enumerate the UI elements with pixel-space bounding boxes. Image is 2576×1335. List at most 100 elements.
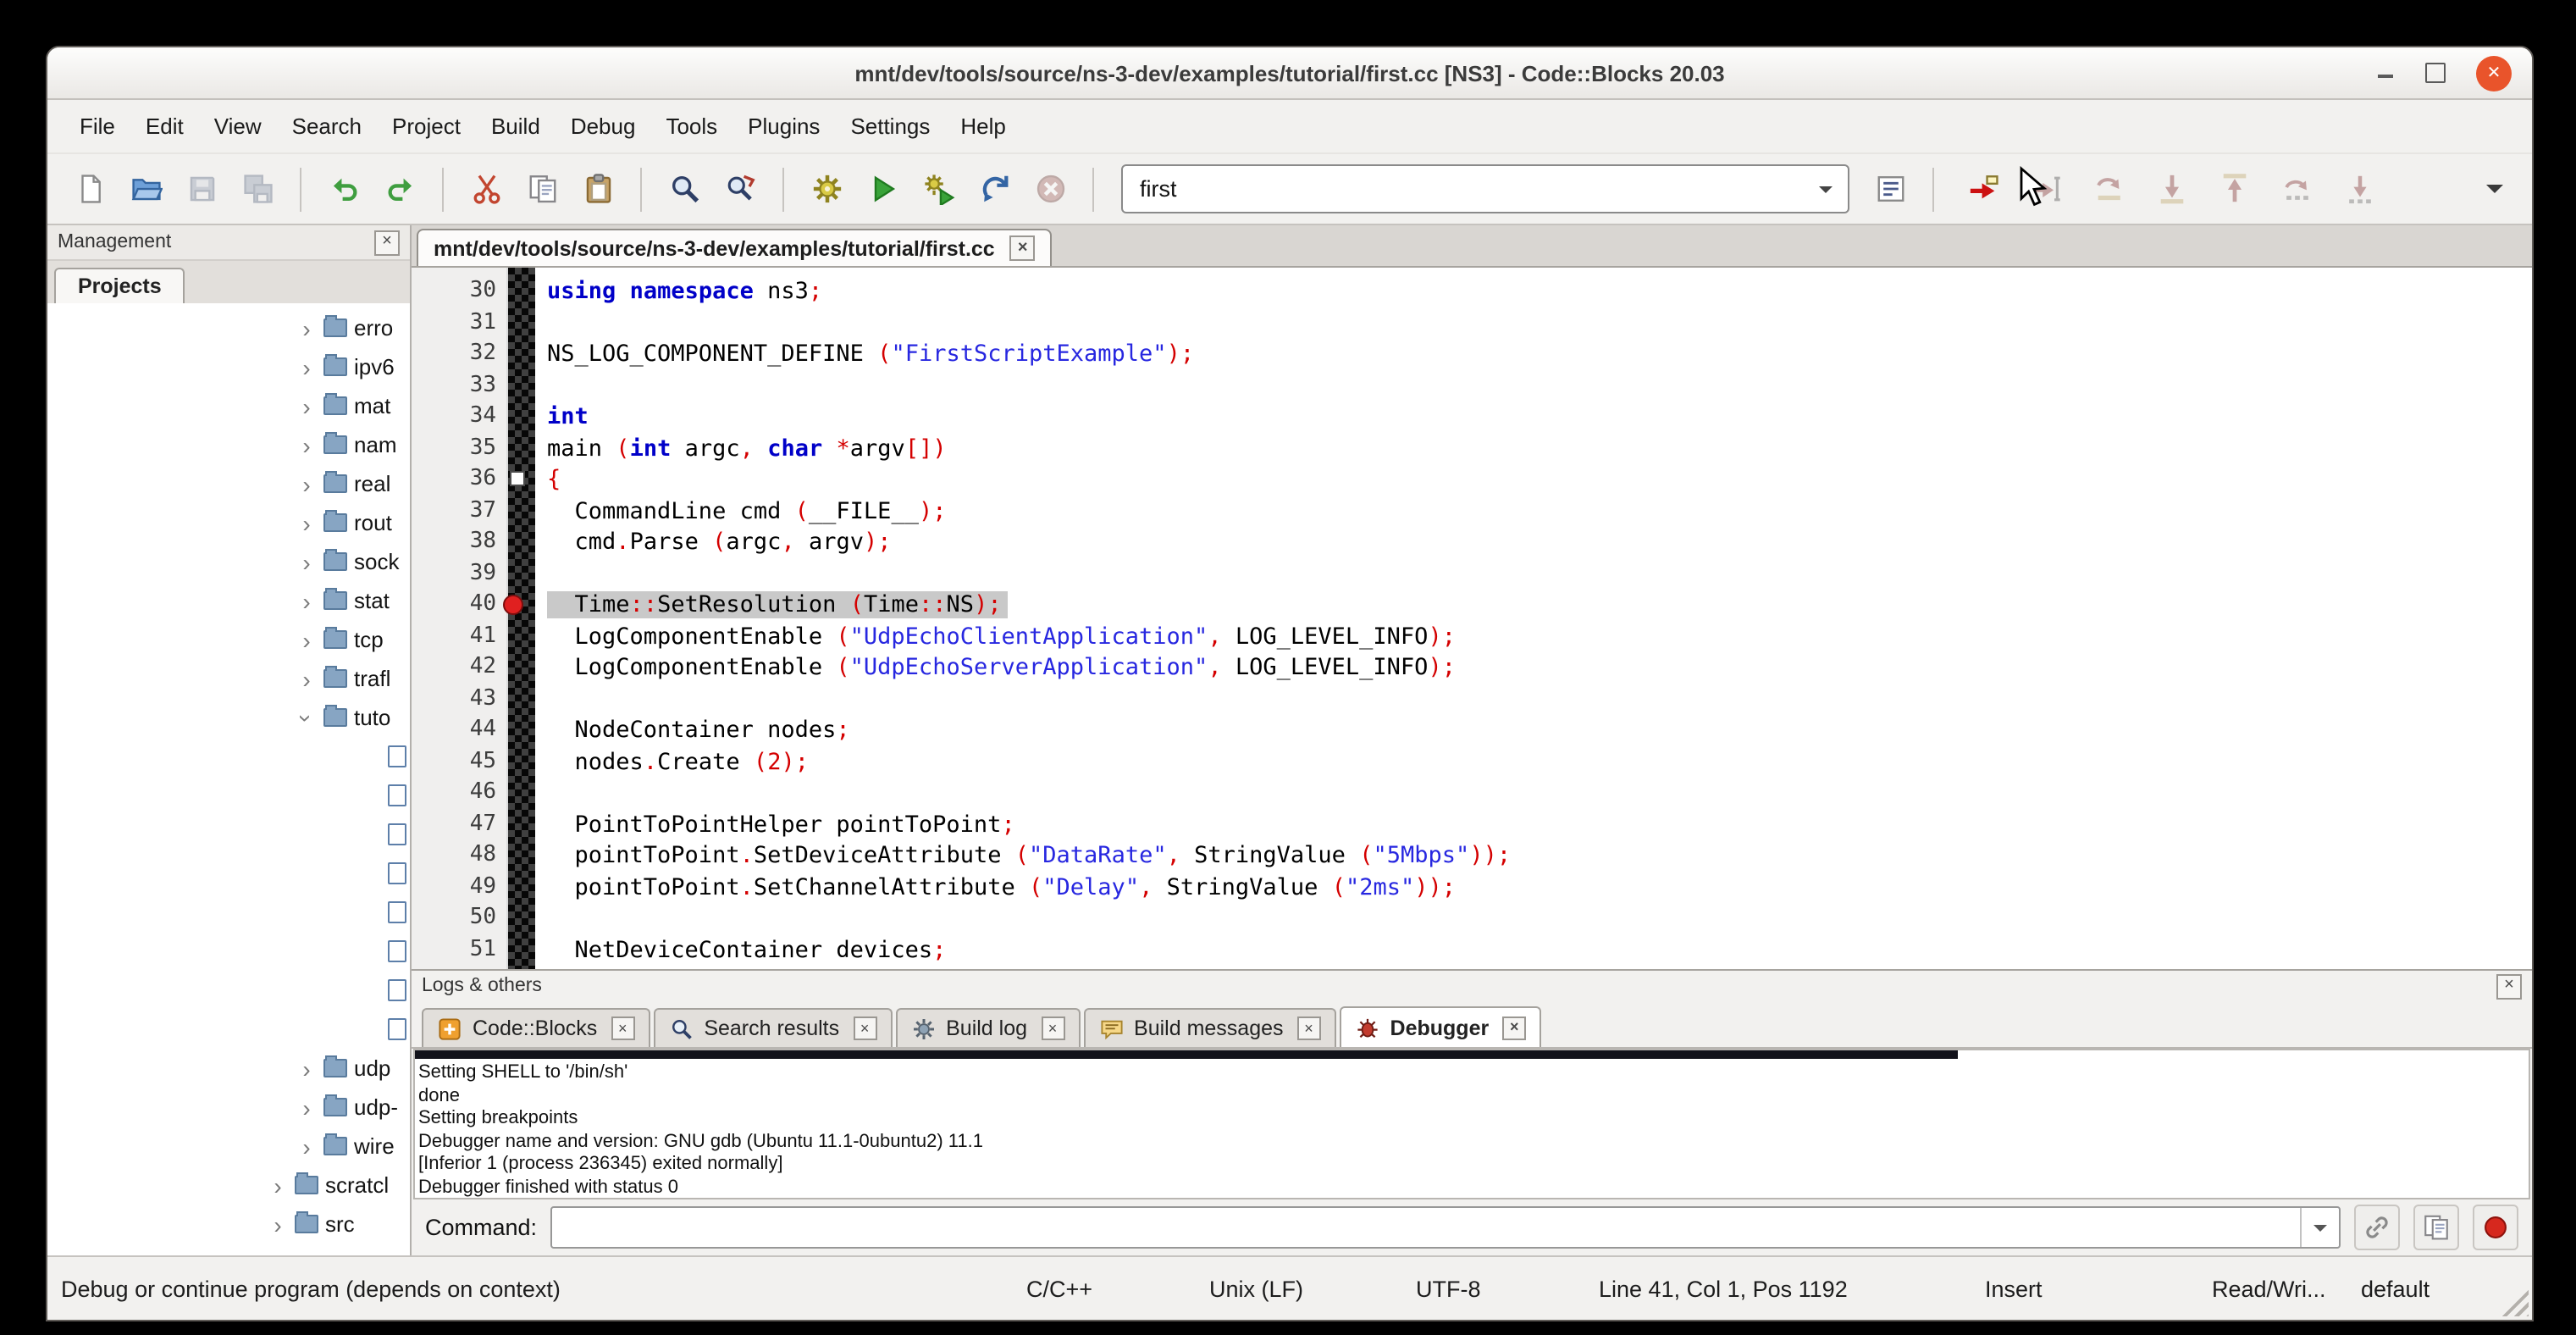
code-line[interactable]: 33 [412, 370, 2532, 402]
copy-log-button[interactable] [2413, 1205, 2459, 1250]
editor-margin-cell[interactable] [496, 339, 537, 370]
step-into-button[interactable] [2146, 163, 2197, 214]
symbols-button[interactable] [1865, 163, 1915, 214]
editor-margin-cell[interactable] [496, 527, 537, 558]
log-tab-close-icon[interactable] [1502, 1016, 1526, 1039]
tree-item-udp[interactable]: udp- [47, 1088, 410, 1127]
code-line[interactable]: 30using namespace ns3; [412, 276, 2532, 307]
tree-item-tcp[interactable]: tcp [47, 620, 410, 659]
code-line[interactable]: 41 LogComponentEnable ("UdpEchoClientApp… [412, 621, 2532, 652]
menu-item-settings[interactable]: Settings [835, 105, 945, 147]
tree-item-src[interactable]: src [47, 1205, 410, 1244]
editor-margin-cell[interactable] [496, 652, 537, 684]
editor-margin-cell[interactable] [496, 276, 537, 307]
find-button[interactable] [659, 163, 710, 214]
rebuild-button[interactable] [969, 163, 1020, 214]
log-tab-close-icon[interactable] [1297, 1016, 1321, 1040]
log-tab-close-icon[interactable] [1041, 1016, 1064, 1040]
editor-margin-cell[interactable] [496, 715, 537, 746]
breakpoint-marker[interactable] [503, 595, 523, 615]
editor-margin-cell[interactable] [496, 966, 537, 969]
menu-item-tools[interactable]: Tools [650, 105, 732, 147]
debug-continue-button[interactable] [1958, 163, 2009, 214]
log-tab-close-icon[interactable] [853, 1016, 876, 1040]
editor-margin-cell[interactable] [496, 746, 537, 778]
code-line[interactable]: 40 Time::SetResolution (Time::NS); [412, 590, 2532, 621]
code-line[interactable]: 39 [412, 558, 2532, 590]
tree-item-mat[interactable]: mat [47, 386, 410, 425]
chevron-right-icon[interactable] [296, 316, 317, 340]
save-button[interactable] [176, 163, 227, 214]
editor-tab[interactable]: mnt/dev/tools/source/ns-3-dev/examples/t… [417, 229, 1053, 266]
code-editor[interactable]: 30using namespace ns3;3132NS_LOG_COMPONE… [412, 268, 2532, 969]
tree-item-sock[interactable]: sock [47, 542, 410, 581]
chevron-down-icon[interactable] [295, 707, 318, 728]
tree-item-fif[interactable]: fif [47, 737, 410, 776]
step-into-instruction-button[interactable] [2334, 163, 2385, 214]
copy-button[interactable] [517, 163, 567, 214]
menu-item-view[interactable]: View [199, 105, 277, 147]
tree-item-fo[interactable]: fo [47, 815, 410, 854]
logs-close-icon[interactable] [2496, 973, 2522, 999]
chevron-right-icon[interactable] [296, 511, 317, 535]
tree-item-fir[interactable]: fir [47, 776, 410, 815]
editor-margin-cell[interactable] [496, 872, 537, 903]
menu-item-help[interactable]: Help [945, 105, 1021, 147]
maximize-button[interactable] [2425, 63, 2446, 83]
code-line[interactable]: 45 nodes.Create (2); [412, 746, 2532, 778]
chevron-down-icon[interactable] [1804, 166, 1848, 212]
minimize-button[interactable] [2374, 61, 2395, 85]
undo-button[interactable] [318, 163, 369, 214]
build-and-run-button[interactable] [913, 163, 964, 214]
debugger-log-output[interactable]: Setting SHELL to '/bin/sh'doneSetting br… [413, 1049, 2530, 1199]
fold-marker[interactable] [510, 471, 525, 486]
tree-item-wire[interactable]: wire [47, 1127, 410, 1166]
redo-button[interactable] [374, 163, 425, 214]
editor-margin-cell[interactable] [496, 903, 537, 934]
tree-item-tuto[interactable]: tuto [47, 698, 410, 737]
tree-item-stat[interactable]: stat [47, 581, 410, 620]
step-out-button[interactable] [2208, 163, 2259, 214]
tree-item-rout[interactable]: rout [47, 503, 410, 542]
chevron-right-icon[interactable] [296, 1056, 317, 1080]
menu-item-plugins[interactable]: Plugins [732, 105, 835, 147]
chevron-right-icon[interactable] [296, 1095, 317, 1119]
management-close-icon[interactable] [374, 230, 400, 255]
menu-item-edit[interactable]: Edit [130, 105, 199, 147]
tree-item-se[interactable]: se [47, 932, 410, 971]
tree-item-real[interactable]: real [47, 464, 410, 503]
editor-margin-cell[interactable] [496, 684, 537, 715]
chevron-right-icon[interactable] [296, 394, 317, 418]
chevron-right-icon[interactable] [296, 589, 317, 612]
editor-margin-cell[interactable] [496, 590, 537, 621]
log-tab-build-log[interactable]: Build log [895, 1008, 1080, 1047]
editor-margin-cell[interactable] [496, 307, 537, 339]
chevron-right-icon[interactable] [296, 550, 317, 573]
menu-item-project[interactable]: Project [377, 105, 476, 147]
menu-item-search[interactable]: Search [277, 105, 377, 147]
attach-button[interactable] [2354, 1205, 2400, 1250]
editor-margin-cell[interactable] [496, 934, 537, 966]
editor-margin-cell[interactable] [496, 370, 537, 402]
abort-button[interactable] [1025, 163, 1075, 214]
code-line[interactable]: 37 CommandLine cmd (__FILE__); [412, 496, 2532, 527]
tree-item-erro[interactable]: erro [47, 308, 410, 347]
code-line[interactable]: 52 devices = pointToPoint.Install (nodes… [412, 966, 2532, 969]
paste-button[interactable] [572, 163, 623, 214]
chevron-right-icon[interactable] [296, 667, 317, 690]
title-bar[interactable]: mnt/dev/tools/source/ns-3-dev/examples/t… [47, 47, 2532, 100]
log-tab-code--blocks[interactable]: Code::Blocks [422, 1008, 650, 1047]
build-target-combo[interactable]: first [1121, 164, 1849, 213]
log-tab-search-results[interactable]: Search results [653, 1008, 892, 1047]
tree-item-se[interactable]: se [47, 893, 410, 932]
tree-item-six[interactable]: six [47, 971, 410, 1010]
record-button[interactable] [2473, 1205, 2518, 1250]
replace-button[interactable] [715, 163, 766, 214]
tree-item-trafl[interactable]: trafl [47, 659, 410, 698]
chevron-right-icon[interactable] [296, 628, 317, 651]
editor-margin-cell[interactable] [496, 778, 537, 809]
next-line-button[interactable] [2083, 163, 2134, 214]
log-tab-build-messages[interactable]: Build messages [1083, 1008, 1336, 1047]
command-dropdown-icon[interactable] [2300, 1208, 2339, 1247]
tree-item-udp[interactable]: udp [47, 1049, 410, 1088]
